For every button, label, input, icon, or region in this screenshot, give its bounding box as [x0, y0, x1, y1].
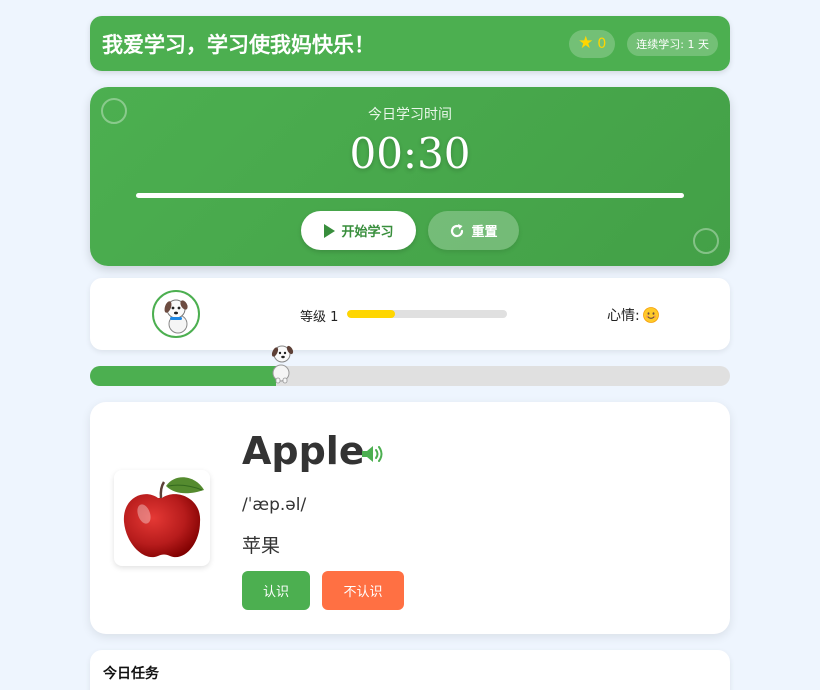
progress-dog-icon: [271, 345, 294, 384]
mood-label: 心情:: [607, 308, 640, 324]
daily-tasks-card: 今日任务: [90, 650, 730, 690]
know-button[interactable]: 认识: [242, 571, 310, 610]
word-card: Apple /ˈæp.əl/ 苹果 认识 不认识: [90, 402, 730, 634]
apple-image: [123, 477, 204, 558]
dog-icon: [164, 299, 188, 334]
start-study-label: 开始学习: [341, 224, 394, 239]
timer-label: 今日学习时间: [368, 107, 452, 123]
app-header: 我爱学习，学习使我妈快乐！ ★ 0 连续学习: 1 天: [90, 16, 730, 71]
pet-status-card: 等级 1 心情:: [90, 278, 730, 350]
level-progress-fill: [347, 310, 395, 318]
daily-tasks-title: 今日任务: [103, 666, 159, 682]
timer-card: 今日学习时间 00:30 开始学习 重置: [90, 87, 730, 266]
play-icon: [324, 223, 336, 238]
level-label: 等级 1: [300, 310, 339, 325]
study-progress-track: [90, 366, 730, 386]
meaning-text: 苹果: [242, 535, 281, 557]
level-progress-bar: [347, 310, 507, 318]
word-image: [114, 470, 210, 566]
star-count: 0: [597, 35, 607, 52]
reset-button[interactable]: 重置: [428, 211, 519, 250]
decor-circle: [693, 228, 719, 254]
study-progress-fill: [90, 366, 276, 386]
reset-label: 重置: [471, 224, 498, 239]
smile-face-icon: [642, 307, 659, 323]
timer-bar: [136, 193, 684, 198]
phonetic-text: /ˈæp.əl/: [242, 495, 307, 515]
star-count-badge: ★ 0: [569, 29, 616, 58]
unknown-button[interactable]: 不认识: [322, 571, 404, 610]
start-study-button[interactable]: 开始学习: [301, 211, 416, 250]
word-text: Apple: [242, 429, 365, 473]
pet-avatar[interactable]: [152, 290, 200, 338]
refresh-icon: [451, 223, 464, 237]
app-title: 我爱学习，学习使我妈快乐！: [102, 32, 375, 57]
timer-display: 00:30: [349, 129, 471, 178]
mood-indicator: 心情:: [607, 305, 659, 325]
speaker-icon[interactable]: [360, 443, 386, 465]
star-icon: ★: [578, 33, 594, 53]
streak-badge: 连续学习: 1 天: [627, 31, 718, 56]
